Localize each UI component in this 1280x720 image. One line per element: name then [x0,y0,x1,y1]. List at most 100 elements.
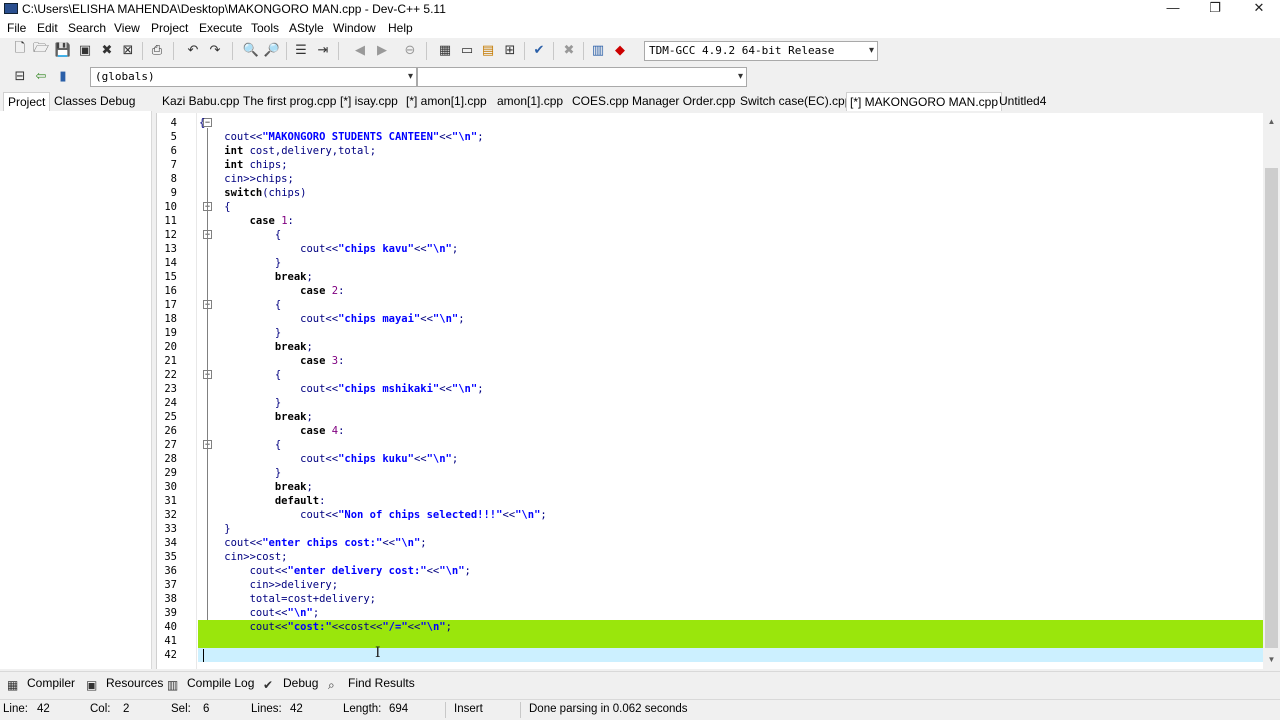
menu-search[interactable]: Search [68,21,106,35]
code-line[interactable]: int chips; [199,158,287,172]
save-icon[interactable]: 💾 [54,41,72,59]
code-line[interactable]: cout<<"enter chips cost:"<<"\n"; [199,536,426,550]
code-line[interactable]: int cost,delivery,total; [199,144,376,158]
tab-amon-modified[interactable]: [*] amon[1].cpp [403,92,490,111]
comment-icon[interactable]: ⊖ [401,41,419,59]
stop-execution-icon[interactable]: ✖ [560,41,578,59]
code-line[interactable]: { [199,298,281,312]
menu-tools[interactable]: Tools [251,21,279,35]
menu-help[interactable]: Help [388,21,413,35]
delete-profile-icon[interactable]: ◆ [611,41,629,59]
tab-project[interactable]: Project [3,92,51,111]
code-line[interactable]: break; [199,270,313,284]
code-line[interactable]: cout<<"chips mshikaki"<<"\n"; [199,382,483,396]
close-all-icon[interactable]: ⊠ [119,41,137,59]
toggle-bookmark-icon[interactable]: ⇥ [314,41,332,59]
close-button[interactable]: ✕ [1236,0,1280,18]
code-line[interactable]: } [199,466,281,480]
tab-switch-case[interactable]: Switch case(EC).cpp [737,92,854,111]
tab-compile-log[interactable]: ▥ Compile Log [167,675,254,693]
new-file-icon[interactable]: 🗋 [11,40,29,59]
code-line[interactable]: { [199,116,205,130]
minimize-button[interactable]: — [1150,0,1196,18]
tab-resources[interactable]: ▣ Resources [86,675,163,693]
code-line[interactable]: case 2: [199,284,344,298]
save-all-icon[interactable]: ▣ [76,41,94,59]
code-line[interactable]: cout<<"cost:"<<cost<<"/="<<"\n"; [199,620,452,634]
insert-icon[interactable]: ⊟ [11,67,29,85]
tab-debug[interactable]: Debug [96,92,139,111]
replace-icon[interactable]: 🔎 [263,41,281,59]
menu-project[interactable]: Project [151,21,188,35]
code-line[interactable]: } [199,326,281,340]
code-line[interactable]: case 3: [199,354,344,368]
code-editor[interactable]: 4 5 6 7 8 9 10 11 12 13 14 15 16 17 18 19 20 21 22 23 24 25 26… [156,113,1280,669]
indent-icon[interactable]: ◀ [351,41,369,59]
code-line[interactable]: cout<<"chips mayai"<<"\n"; [199,312,464,326]
tab-compiler[interactable]: ▦ Compiler [7,675,75,693]
code-line[interactable]: switch(chips) [199,186,306,200]
redo-icon[interactable]: ↷ [206,41,224,59]
scroll-down-icon[interactable]: ▼ [1263,655,1280,664]
windows-icon[interactable]: ⊞ [501,41,519,59]
menu-view[interactable]: View [114,21,140,35]
scrollbar-thumb[interactable] [1265,168,1278,648]
code-line[interactable]: } [199,522,230,536]
code-line[interactable]: cin>>chips; [199,172,294,186]
code-line[interactable]: } [199,396,281,410]
tab-makongoro-man[interactable]: [*] MAKONGORO MAN.cpp [846,92,1003,111]
maximize-button[interactable]: ❐ [1192,0,1238,18]
code-line[interactable]: cout<<"\n"; [199,606,320,620]
compiler-select[interactable]: TDM-GCC 4.9.2 64-bit Release ▾ [644,41,878,61]
code-line[interactable]: total=cost+delivery; [199,592,376,606]
tab-amon[interactable]: amon[1].cpp [494,92,566,111]
tab-isay[interactable]: [*] isay.cpp [337,92,401,111]
goto-icon[interactable]: ⇦ [32,67,50,85]
tab-first-prog[interactable]: The first prog.cpp [240,92,339,111]
tab-find-results[interactable]: ⌕ Find Results [328,675,415,693]
code-line[interactable]: { [199,368,281,382]
class-browser-icon[interactable]: ▮ [54,67,72,85]
project-browser-panel[interactable] [0,111,152,669]
open-file-icon[interactable]: 🗁 [32,40,50,59]
code-line[interactable]: break; [199,340,313,354]
tab-kazi-babu[interactable]: Kazi Babu.cpp [159,92,242,111]
tab-manager-order[interactable]: Manager Order.cpp [629,92,738,111]
scope-select[interactable]: (globals) ▾ [90,67,417,87]
menu-file[interactable]: File [7,21,26,35]
tab-coes[interactable]: COES.cpp [569,92,632,111]
tab-classes[interactable]: Classes [50,92,101,111]
code-line[interactable]: break; [199,410,313,424]
tab-untitled4[interactable]: Untitled4 [996,92,1049,111]
code-line[interactable]: cin>>cost; [199,550,287,564]
code-line[interactable]: cout<<"Non of chips selected!!!"<<"\n"; [199,508,547,522]
undo-icon[interactable]: ↶ [184,41,202,59]
find-icon[interactable]: 🔍 [242,41,260,59]
project-icon[interactable]: ▦ [436,41,454,59]
menu-astyle[interactable]: AStyle [289,21,324,35]
profile-icon[interactable]: ▥ [589,41,607,59]
code-line[interactable]: default: [199,494,326,508]
menu-edit[interactable]: Edit [37,21,58,35]
bookmarks-icon[interactable]: ▤ [479,41,497,59]
code-line[interactable]: cout<<"MAKONGORO STUDENTS CANTEEN"<<"\n"… [199,130,483,144]
code-line[interactable]: } [199,256,281,270]
check-syntax-icon[interactable]: ✔ [530,41,548,59]
code-line[interactable]: { [199,228,281,242]
print-icon[interactable]: ⎙ [148,41,166,59]
code-line[interactable]: case 1: [199,214,294,228]
code-line[interactable]: cout<<"enter delivery cost:"<<"\n"; [199,564,471,578]
code-line[interactable]: case 4: [199,424,344,438]
code-line[interactable]: cout<<"chips kuku"<<"\n"; [199,452,458,466]
unindent-icon[interactable]: ▶ [373,41,391,59]
code-line[interactable]: cin>>delivery; [199,578,339,592]
menu-execute[interactable]: Execute [199,21,242,35]
scroll-up-icon[interactable]: ▲ [1263,117,1280,126]
menu-window[interactable]: Window [333,21,376,35]
fullscreen-icon[interactable]: ▭ [458,41,476,59]
code-line[interactable]: break; [199,480,313,494]
vertical-scrollbar[interactable]: ▲ ▼ [1263,113,1280,669]
tab-debug-bottom[interactable]: ✔ Debug [263,675,318,693]
goto-line-icon[interactable]: ☰ [292,41,310,59]
code-line[interactable]: cout<<"chips kavu"<<"\n"; [199,242,458,256]
